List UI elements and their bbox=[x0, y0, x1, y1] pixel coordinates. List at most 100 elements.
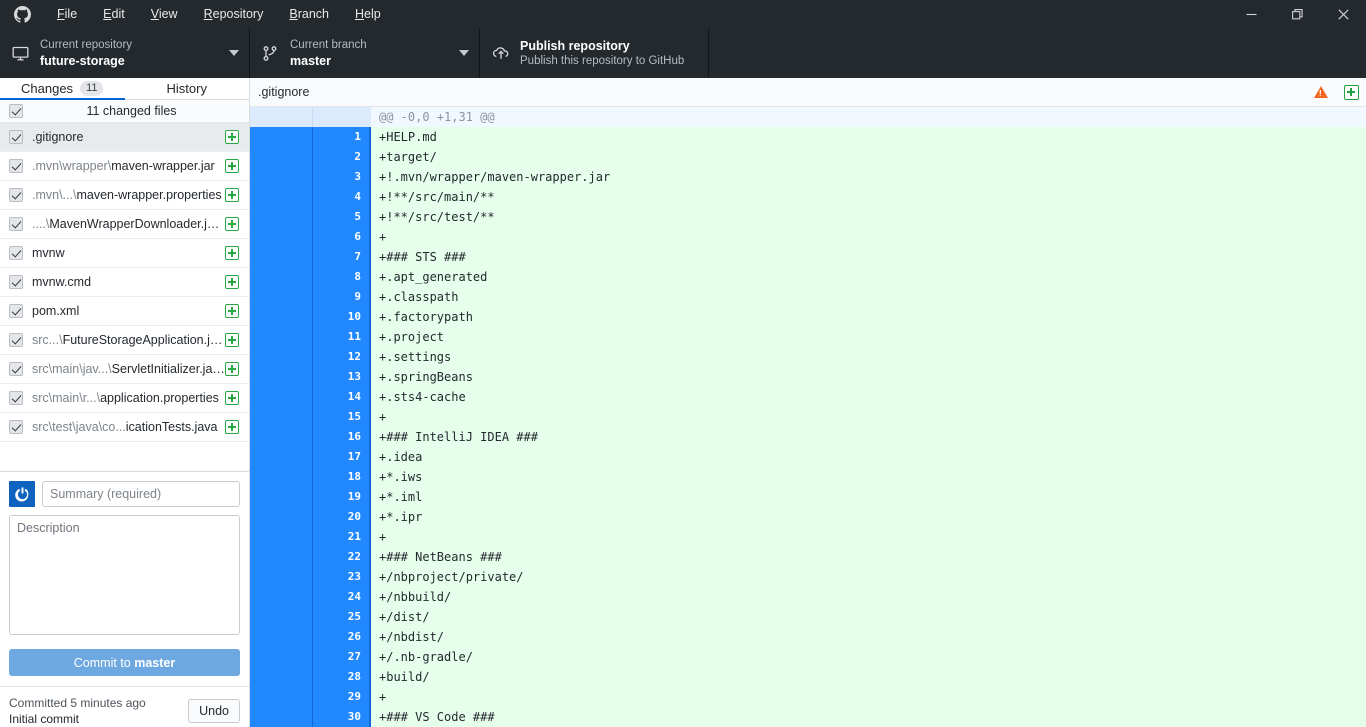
diff-line-added[interactable]: 9+.classpath bbox=[250, 287, 1366, 307]
diff-line-text: +/.nb-gradle/ bbox=[371, 647, 1366, 667]
diff-line-added[interactable]: 3+!.mvn/wrapper/maven-wrapper.jar bbox=[250, 167, 1366, 187]
file-row[interactable]: .gitignore bbox=[0, 123, 249, 152]
diff-line-added[interactable]: 12+.settings bbox=[250, 347, 1366, 367]
file-checkbox[interactable] bbox=[9, 159, 23, 173]
diff-line-added[interactable]: 16+### IntelliJ IDEA ### bbox=[250, 427, 1366, 447]
diff-line-added[interactable]: 24+/nbbuild/ bbox=[250, 587, 1366, 607]
diff-line-added[interactable]: 18+*.iws bbox=[250, 467, 1366, 487]
file-basename-part: application.properties bbox=[100, 391, 219, 405]
select-all-checkbox[interactable] bbox=[9, 104, 23, 118]
diff-line-added[interactable]: 20+*.ipr bbox=[250, 507, 1366, 527]
file-checkbox[interactable] bbox=[9, 420, 23, 434]
file-row[interactable]: src\main\jav...\ServletInitializer.java bbox=[0, 355, 249, 384]
diff-content[interactable]: @@ -0,0 +1,31 @@1+HELP.md2+target/3+!.mv… bbox=[250, 107, 1366, 727]
file-checkbox[interactable] bbox=[9, 246, 23, 260]
last-commit-time: Committed 5 minutes ago bbox=[9, 695, 188, 711]
diff-line-added[interactable]: 2+target/ bbox=[250, 147, 1366, 167]
diff-line-added[interactable]: 19+*.iml bbox=[250, 487, 1366, 507]
file-status-added-icon[interactable] bbox=[225, 159, 239, 173]
diff-line-added[interactable]: 15+ bbox=[250, 407, 1366, 427]
file-checkbox[interactable] bbox=[9, 130, 23, 144]
current-branch-button[interactable]: Current branch master bbox=[250, 28, 480, 78]
file-status-added-icon[interactable] bbox=[225, 246, 239, 260]
tab-history[interactable]: History bbox=[125, 78, 250, 99]
menu-view-rest: iew bbox=[159, 7, 178, 21]
file-status-added-icon[interactable] bbox=[225, 362, 239, 376]
commit-summary-input[interactable] bbox=[42, 481, 240, 507]
publish-repository-button[interactable]: Publish repository Publish this reposito… bbox=[480, 28, 709, 78]
diff-line-added[interactable]: 4+!**/src/main/** bbox=[250, 187, 1366, 207]
undo-button[interactable]: Undo bbox=[188, 699, 240, 723]
file-checkbox[interactable] bbox=[9, 391, 23, 405]
file-row[interactable]: .mvn\...\maven-wrapper.properties bbox=[0, 181, 249, 210]
changed-files-list[interactable]: .gitignore.mvn\wrapper\maven-wrapper.jar… bbox=[0, 123, 249, 471]
menu-edit-mnemonic: E bbox=[103, 7, 111, 21]
diff-new-line-number: 24 bbox=[312, 587, 371, 607]
diff-line-added[interactable]: 14+.sts4-cache bbox=[250, 387, 1366, 407]
restore-icon[interactable] bbox=[1274, 0, 1320, 28]
diff-line-text: @@ -0,0 +1,31 @@ bbox=[371, 107, 1366, 127]
file-checkbox[interactable] bbox=[9, 362, 23, 376]
diff-hunk-header[interactable]: @@ -0,0 +1,31 @@ bbox=[250, 107, 1366, 127]
diff-new-line-number: 17 bbox=[312, 447, 371, 467]
file-row[interactable]: src...\FutureStorageApplication.java bbox=[0, 326, 249, 355]
diff-line-added[interactable]: 17+.idea bbox=[250, 447, 1366, 467]
diff-line-added[interactable]: 1+HELP.md bbox=[250, 127, 1366, 147]
diff-new-line-number: 10 bbox=[312, 307, 371, 327]
file-status-added-icon[interactable] bbox=[225, 217, 239, 231]
file-row[interactable]: mvnw.cmd bbox=[0, 268, 249, 297]
file-row[interactable]: pom.xml bbox=[0, 297, 249, 326]
diff-new-line-number: 5 bbox=[312, 207, 371, 227]
menu-file[interactable]: File bbox=[44, 0, 90, 28]
menu-help[interactable]: Help bbox=[342, 0, 394, 28]
diff-line-added[interactable]: 7+### STS ### bbox=[250, 247, 1366, 267]
warning-triangle-icon[interactable] bbox=[1306, 86, 1336, 98]
diff-line-added[interactable]: 21+ bbox=[250, 527, 1366, 547]
current-repository-button[interactable]: Current repository future-storage bbox=[0, 28, 250, 78]
diff-old-line-number bbox=[250, 527, 312, 547]
menu-branch[interactable]: Branch bbox=[276, 0, 342, 28]
diff-line-added[interactable]: 11+.project bbox=[250, 327, 1366, 347]
diff-line-added[interactable]: 5+!**/src/test/** bbox=[250, 207, 1366, 227]
close-icon[interactable] bbox=[1320, 0, 1366, 28]
file-status-added-icon[interactable] bbox=[225, 391, 239, 405]
file-status-added-icon[interactable] bbox=[225, 333, 239, 347]
commit-description-input[interactable] bbox=[9, 515, 240, 635]
diff-line-added[interactable]: 23+/nbproject/private/ bbox=[250, 567, 1366, 587]
menu-edit[interactable]: Edit bbox=[90, 0, 138, 28]
tab-changes[interactable]: Changes 11 bbox=[0, 78, 125, 99]
file-checkbox[interactable] bbox=[9, 188, 23, 202]
diff-line-added[interactable]: 8+.apt_generated bbox=[250, 267, 1366, 287]
file-status-added-icon[interactable] bbox=[225, 275, 239, 289]
plus-box-icon[interactable] bbox=[1336, 85, 1366, 100]
file-status-added-icon[interactable] bbox=[225, 188, 239, 202]
diff-line-added[interactable]: 25+/dist/ bbox=[250, 607, 1366, 627]
commit-to-branch-button[interactable]: Commit to master bbox=[9, 649, 240, 676]
file-checkbox[interactable] bbox=[9, 333, 23, 347]
diff-line-added[interactable]: 30+### VS Code ### bbox=[250, 707, 1366, 727]
file-row[interactable]: ....\MavenWrapperDownloader.java bbox=[0, 210, 249, 239]
menu-view[interactable]: View bbox=[138, 0, 191, 28]
file-row[interactable]: mvnw bbox=[0, 239, 249, 268]
file-status-added-icon[interactable] bbox=[225, 130, 239, 144]
diff-line-added[interactable]: 29+ bbox=[250, 687, 1366, 707]
file-checkbox[interactable] bbox=[9, 275, 23, 289]
diff-line-added[interactable]: 6+ bbox=[250, 227, 1366, 247]
file-checkbox[interactable] bbox=[9, 304, 23, 318]
diff-line-added[interactable]: 22+### NetBeans ### bbox=[250, 547, 1366, 567]
file-row[interactable]: src\test\java\co...icationTests.java bbox=[0, 413, 249, 442]
diff-line-added[interactable]: 28+build/ bbox=[250, 667, 1366, 687]
diff-line-added[interactable]: 26+/nbdist/ bbox=[250, 627, 1366, 647]
menu-help-rest: elp bbox=[364, 7, 381, 21]
file-status-added-icon[interactable] bbox=[225, 420, 239, 434]
minimize-icon[interactable] bbox=[1228, 0, 1274, 28]
file-checkbox[interactable] bbox=[9, 217, 23, 231]
file-row[interactable]: src\main\r...\application.properties bbox=[0, 384, 249, 413]
diff-line-added[interactable]: 13+.springBeans bbox=[250, 367, 1366, 387]
menu-repository[interactable]: Repository bbox=[191, 0, 277, 28]
menu-view-mnemonic: V bbox=[151, 7, 159, 21]
file-row[interactable]: .mvn\wrapper\maven-wrapper.jar bbox=[0, 152, 249, 181]
diff-line-added[interactable]: 27+/.nb-gradle/ bbox=[250, 647, 1366, 667]
diff-line-added[interactable]: 10+.factorypath bbox=[250, 307, 1366, 327]
file-status-added-icon[interactable] bbox=[225, 304, 239, 318]
